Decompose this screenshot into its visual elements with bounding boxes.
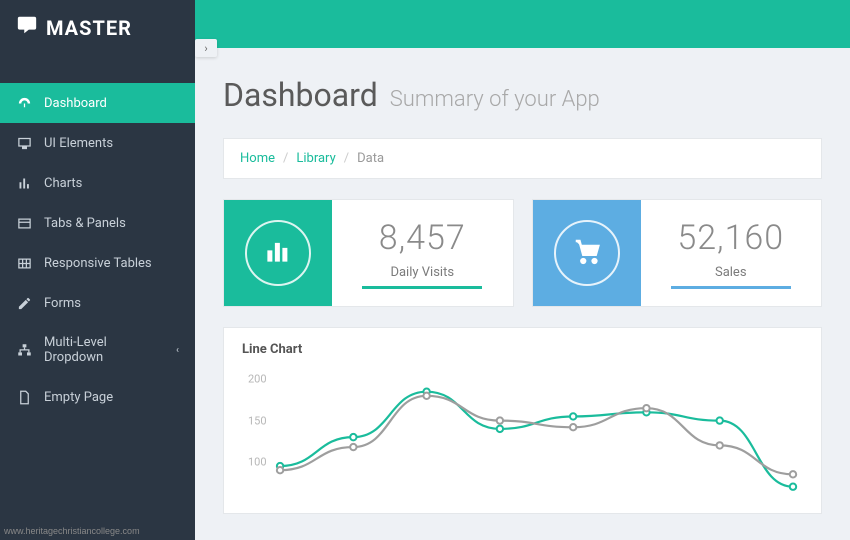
breadcrumb: Home / Library / Data (223, 138, 822, 179)
sidebar-item-empty-page[interactable]: Empty Page (0, 377, 195, 417)
sidebar-item-label: Dashboard (44, 96, 107, 111)
stat-value: 8,457 (379, 218, 466, 258)
stat-card-daily-visits: 8,457 Daily Visits (223, 199, 514, 307)
sidebar-item-label: Charts (44, 176, 82, 191)
chat-icon (16, 14, 38, 41)
panel-icon (16, 215, 32, 231)
breadcrumb-separator: / (344, 151, 349, 166)
watermark: www.heritagechristiancollege.com (4, 526, 140, 536)
page-title-text: Dashboard (223, 76, 378, 114)
edit-icon (16, 295, 32, 311)
brand: MASTER (0, 0, 195, 55)
stat-label: Daily Visits (390, 262, 454, 280)
chart-ytick: 100 (248, 455, 267, 468)
stat-label: Sales (715, 262, 747, 280)
breadcrumb-current: Data (357, 151, 384, 166)
sidebar-item-label: UI Elements (44, 136, 113, 151)
breadcrumb-link-library[interactable]: Library (296, 151, 335, 166)
sidebar-item-label: Responsive Tables (44, 256, 152, 271)
table-icon (16, 255, 32, 271)
sitemap-icon (16, 342, 32, 358)
sidebar-item-label: Tabs & Panels (44, 216, 126, 231)
file-icon (16, 389, 32, 405)
sidebar-toggle-button[interactable]: › (195, 39, 217, 57)
sidebar-item-label: Forms (44, 296, 81, 311)
chart-panel: Line Chart 100 150 200 (223, 327, 822, 514)
chart-ytick: 150 (248, 414, 267, 427)
sidebar-item-ui-elements[interactable]: UI Elements (0, 123, 195, 163)
line-chart: 100 150 200 (242, 363, 803, 503)
sidebar-item-charts[interactable]: Charts (0, 163, 195, 203)
main: › Dashboard Summary of your App Home / L… (195, 0, 850, 540)
dashboard-icon (16, 95, 32, 111)
stat-card-sales: 52,160 Sales (532, 199, 823, 307)
stat-tile (533, 200, 641, 306)
chart-title: Line Chart (242, 342, 803, 357)
monitor-icon (16, 135, 32, 151)
sidebar-item-multi-level-dropdown[interactable]: Multi-Level Dropdown ‹ (0, 323, 195, 377)
brand-text: MASTER (46, 16, 132, 40)
sidebar-item-responsive-tables[interactable]: Responsive Tables (0, 243, 195, 283)
breadcrumb-separator: / (283, 151, 288, 166)
topbar: › (195, 0, 850, 48)
page-title: Dashboard Summary of your App (223, 76, 822, 114)
stat-value: 52,160 (677, 218, 784, 258)
chevron-left-icon: ‹ (176, 345, 179, 356)
breadcrumb-link-home[interactable]: Home (240, 151, 275, 166)
stat-tile (224, 200, 332, 306)
bar-chart-icon (263, 236, 293, 270)
sidebar-item-label: Empty Page (44, 390, 113, 405)
page-subtitle: Summary of your App (390, 87, 600, 112)
chart-ytick: 200 (248, 373, 267, 386)
cart-icon (572, 236, 602, 270)
sidebar-item-dashboard[interactable]: Dashboard (0, 83, 195, 123)
sidebar-item-label: Multi-Level Dropdown (44, 335, 164, 365)
sidebar-item-forms[interactable]: Forms (0, 283, 195, 323)
bar-chart-icon (16, 175, 32, 191)
sidebar-item-tabs-panels[interactable]: Tabs & Panels (0, 203, 195, 243)
sidebar: MASTER Dashboard UI Elements Charts Tabs… (0, 0, 195, 540)
